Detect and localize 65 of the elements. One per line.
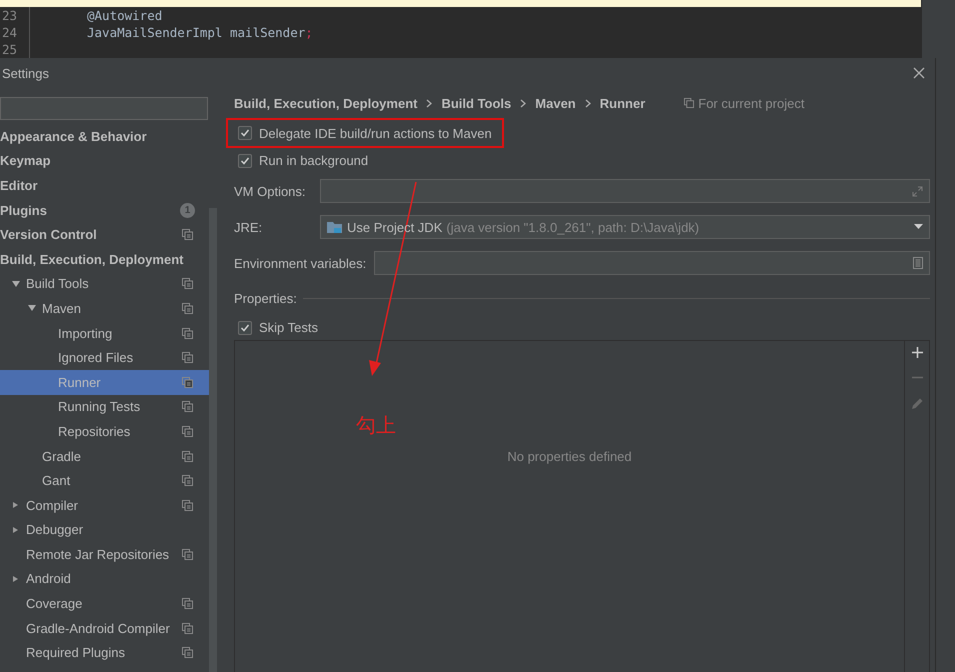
checkmark-icon: [240, 128, 250, 138]
scrollbar[interactable]: [209, 208, 217, 672]
sidebar-item[interactable]: Version Control: [0, 222, 209, 247]
sidebar-item[interactable]: Required Plugins: [0, 640, 209, 666]
chevron-icon: [426, 98, 432, 108]
caret-icon: [914, 224, 923, 230]
empty-message: No properties defined: [507, 449, 632, 464]
folder-icon: [327, 220, 343, 234]
window-title: Settings: [2, 66, 49, 80]
breadcrumb-item: Build, Execution, Deployment: [234, 96, 418, 110]
sidebar-item[interactable]: Keymap: [0, 148, 209, 174]
sidebar-item[interactable]: Importing: [0, 320, 209, 346]
sidebar-item[interactable]: Running Tests: [0, 394, 209, 420]
search-field[interactable]: [0, 97, 208, 120]
sidebar-item[interactable]: Gant: [0, 468, 209, 493]
expanded-triangle-icon[interactable]: [28, 304, 36, 312]
sidebar-item[interactable]: Coverage: [0, 591, 209, 616]
jre-detail: (java version "1.8.0_261", path: D:\Java\jdk): [446, 220, 700, 234]
breadcrumb-item: Build Tools: [441, 96, 512, 110]
checkbox-label[interactable]: Delegate IDE build/run actions to Maven: [259, 126, 492, 140]
sidebar-item[interactable]: Appearance & Behavior: [0, 124, 209, 149]
checkbox[interactable]: [238, 126, 252, 140]
sidebar-item[interactable]: Gradle: [0, 444, 209, 468]
field-label: JRE:: [234, 220, 264, 234]
field-label: Environment variables:: [234, 256, 366, 270]
checkmark-icon: [240, 156, 250, 166]
collapsed-triangle-icon[interactable]: [12, 501, 20, 510]
sidebar-item[interactable]: Build Tools: [0, 272, 209, 296]
sidebar-item[interactable]: Maven: [0, 296, 209, 321]
sidebar-item[interactable]: Gradle-Android Compiler: [0, 616, 209, 640]
chevron-icon: [584, 98, 591, 108]
collapsed-triangle-icon[interactable]: [12, 526, 20, 534]
document-icon[interactable]: [913, 257, 923, 269]
field-label: VM Options:: [234, 184, 307, 198]
section-title: Properties:: [234, 290, 297, 306]
sidebar-item[interactable]: Debugger: [0, 518, 209, 542]
vm-options-field[interactable]: [320, 179, 930, 203]
collapsed-triangle-icon[interactable]: [12, 574, 20, 583]
sidebar-item[interactable]: Editor: [0, 173, 209, 198]
breadcrumb-item: Runner: [600, 96, 646, 110]
code-line: @Autowired: [87, 7, 162, 24]
checkbox[interactable]: [238, 154, 252, 168]
checkbox-label[interactable]: Skip Tests: [259, 320, 318, 335]
sidebar-item[interactable]: Remote Jar Repositories: [0, 542, 209, 567]
code-line: JavaMailSenderImpl mailSender;: [87, 24, 313, 41]
annotation-text: 勾上: [356, 412, 396, 439]
checkbox[interactable]: [238, 320, 252, 334]
checkbox-label[interactable]: Run in background: [259, 153, 368, 168]
sidebar-item[interactable]: Android: [0, 566, 209, 592]
line-number: 23: [0, 7, 30, 24]
line-number: 24: [0, 24, 30, 41]
sidebar-item[interactable]: Build, Execution, Deployment: [0, 246, 209, 272]
sidebar-item[interactable]: Ignored Files: [0, 345, 209, 370]
environment-field[interactable]: [374, 251, 930, 275]
expanded-triangle-icon[interactable]: [12, 280, 20, 288]
close-icon[interactable]: [913, 67, 925, 79]
sidebar-item[interactable]: Repositories: [0, 419, 209, 444]
breadcrumb-item: Maven: [535, 96, 576, 110]
project-scope-icon: [684, 98, 694, 108]
checkmark-icon: [240, 322, 250, 332]
chevron-icon: [520, 98, 526, 108]
sidebar-item[interactable]: Compiler: [0, 492, 209, 518]
add-icon[interactable]: [912, 347, 922, 358]
expand-icon[interactable]: [912, 186, 923, 196]
scope-note: For current project: [698, 96, 804, 110]
